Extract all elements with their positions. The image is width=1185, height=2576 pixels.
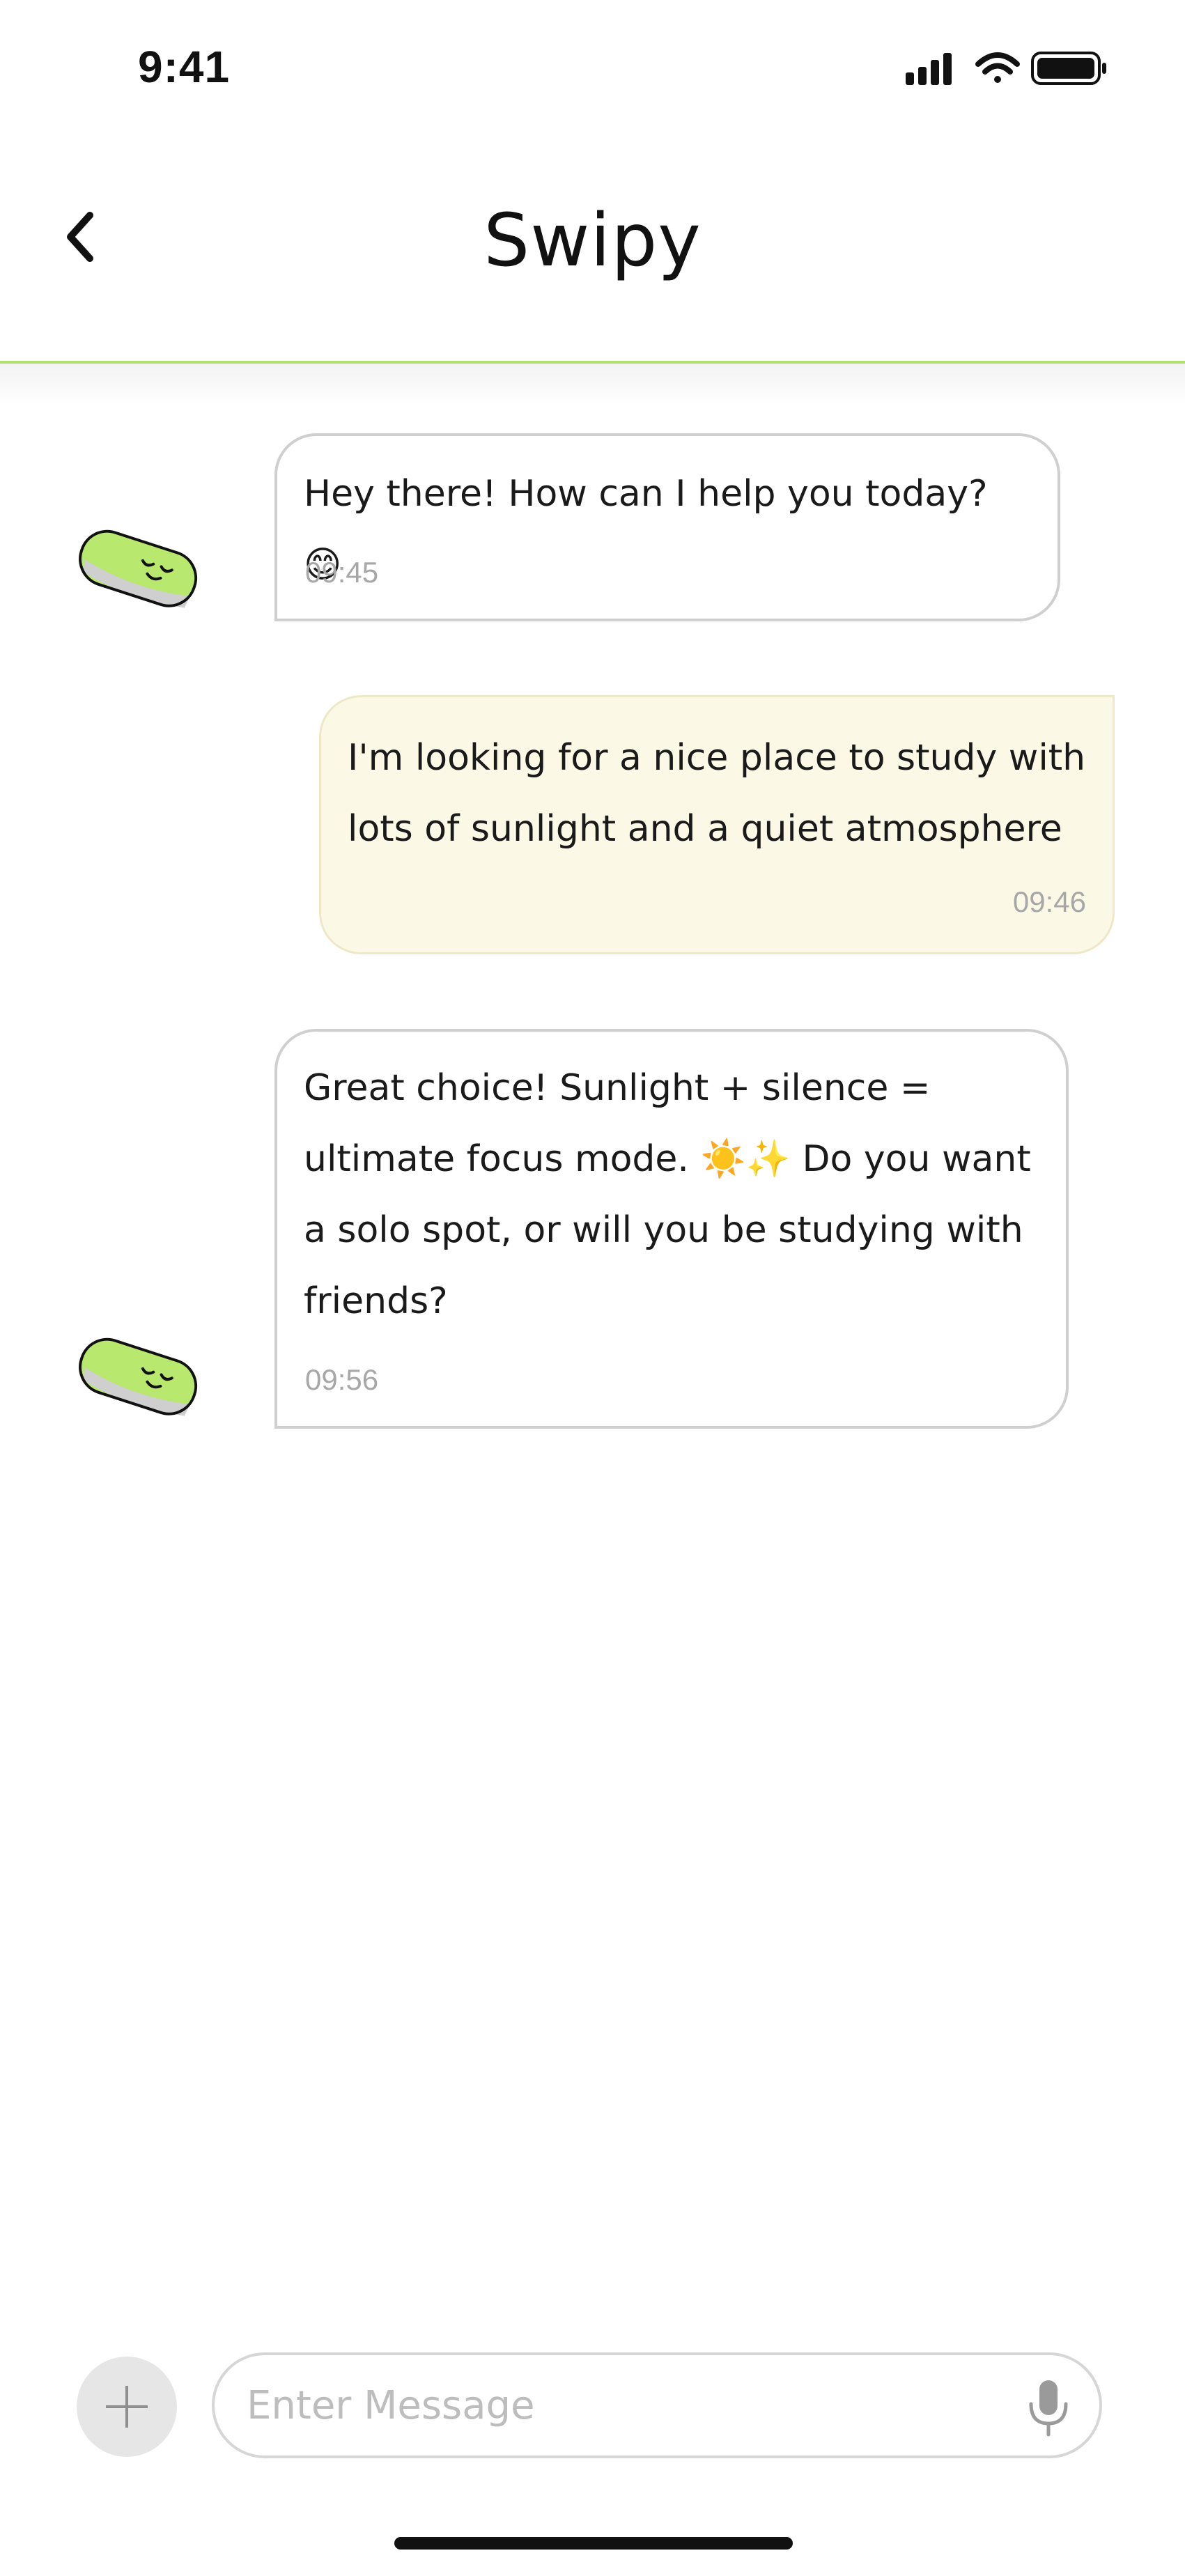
- message-input-container: [212, 2352, 1102, 2458]
- message-text: Great choice! Sunlight + silence = ultim…: [304, 1067, 1031, 1322]
- mascot-avatar: [79, 529, 198, 608]
- message-bubble-user: I'm looking for a nice place to study wi…: [319, 695, 1115, 954]
- signal-icon: [906, 53, 952, 85]
- message-bubble-bot: Hey there! How can I help you today? 😊 0…: [274, 433, 1060, 621]
- message-text: Hey there! How can I help you today? 😊: [304, 473, 988, 586]
- message-text: I'm looking for a nice place to study wi…: [348, 737, 1086, 850]
- status-icons: [906, 52, 1106, 85]
- message-bubble-bot: Great choice! Sunlight + silence = ultim…: [274, 1029, 1069, 1429]
- status-time: 9:41: [138, 42, 231, 92]
- page-title: Swipy: [483, 198, 702, 283]
- home-indicator: [394, 2537, 793, 2550]
- message-time: 09:45: [305, 556, 379, 589]
- mascot-avatar: [79, 1337, 198, 1416]
- message-input[interactable]: [247, 2373, 957, 2437]
- message-time: 09:46: [1012, 885, 1086, 918]
- header-shadow: [0, 364, 1185, 405]
- microphone-icon[interactable]: [1024, 2376, 1073, 2439]
- plus-icon[interactable]: [77, 2357, 177, 2457]
- wifi-icon: [975, 52, 1020, 83]
- battery-icon: [1031, 52, 1106, 85]
- message-time: 09:56: [305, 1363, 379, 1396]
